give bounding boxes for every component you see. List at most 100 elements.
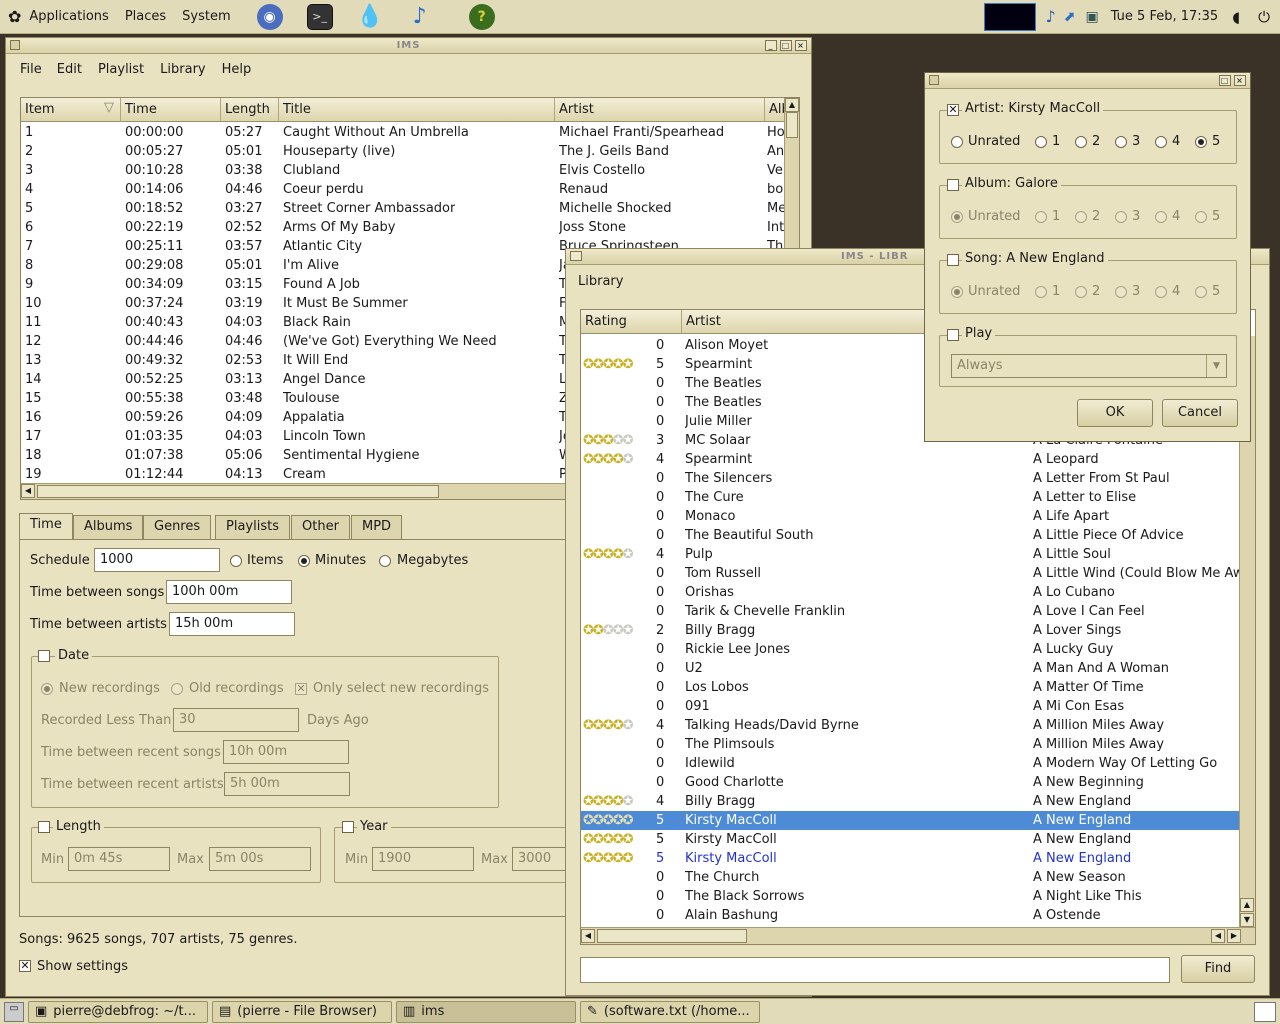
column-header-rating[interactable]: Rating	[581, 310, 682, 334]
song-radio-label[interactable]: 2	[1092, 284, 1100, 299]
year-checkbox[interactable]	[342, 821, 354, 833]
list-item[interactable]: ✪✪✪✪✪ 4 Pulp A Little Soul	[581, 545, 1239, 564]
radio-megabytes-label[interactable]: Megabytes	[397, 553, 468, 568]
song-radio-label[interactable]: 3	[1132, 284, 1140, 299]
date-label[interactable]: Date	[55, 648, 93, 663]
artist-radio-2[interactable]	[1075, 136, 1087, 148]
workspace-switcher[interactable]	[1254, 1001, 1276, 1022]
show-settings-checkbox[interactable]: ✕	[19, 960, 31, 972]
album-radio-5[interactable]	[1195, 211, 1207, 223]
list-item[interactable]: 0 The Black Sorrows A Night Like This	[581, 887, 1239, 906]
find-button[interactable]: Find	[1181, 955, 1255, 983]
album-radio-label[interactable]: 2	[1092, 209, 1100, 224]
window-menu-icon[interactable]	[10, 40, 20, 50]
maximize-button[interactable]: □	[1219, 75, 1231, 86]
applications-menu[interactable]: Applications	[21, 9, 116, 24]
terminal-icon[interactable]: >_	[306, 3, 333, 30]
artist-radio-label[interactable]: Unrated	[968, 134, 1020, 149]
list-item[interactable]: 0 Good Charlotte A New Beginning	[581, 773, 1239, 792]
list-item[interactable]: ✪✪✪✪✪ 4 Billy Bragg A New England	[581, 792, 1239, 811]
window-menu-icon[interactable]	[570, 251, 582, 261]
tab-genres[interactable]: Genres	[143, 515, 212, 539]
album-radio-3[interactable]	[1115, 211, 1127, 223]
list-item[interactable]: ✪✪✪✪✪ 4 Talking Heads/David Byrne A Million…	[581, 716, 1239, 735]
list-item[interactable]: ✪✪✪✪✪ 5 Kirsty MacColl A New England	[581, 811, 1239, 830]
scroll-thumb[interactable]	[786, 112, 798, 138]
list-item[interactable]: ✪✪✪✪✪ 5 Kirsty MacColl A New England	[581, 830, 1239, 849]
artist-checkbox[interactable]: ✕	[947, 104, 959, 116]
tab-playlists[interactable]: Playlists	[215, 515, 290, 539]
table-row[interactable]: 4 00:14:06 04:46 Coeur perdu Renaud bo	[21, 180, 785, 199]
only-new-label[interactable]: Only select new recordings	[313, 681, 489, 696]
album-radio-label[interactable]: 1	[1052, 209, 1060, 224]
table-row[interactable]: 5 00:18:52 03:27 Street Corner Ambassador Mi…	[21, 199, 785, 218]
scroll-right-arrow[interactable]: ▶	[1227, 929, 1241, 943]
album-radio-label[interactable]: 5	[1212, 209, 1220, 224]
album-label[interactable]: Album: Galore	[962, 176, 1061, 191]
length-min-input[interactable]: 0m 45s	[68, 847, 170, 871]
list-item[interactable]: ✪✪✪✪✪ 5 Kirsty MacColl A New England	[581, 849, 1239, 868]
length-max-input[interactable]: 5m 00s	[209, 847, 311, 871]
table-row[interactable]: 6 00:22:19 02:52 Arms Of My Baby Joss Stone I…	[21, 218, 785, 237]
task-terminal[interactable]: ▣ pierre@debfrog: ~/t...	[28, 1000, 208, 1023]
song-radio-2[interactable]	[1075, 286, 1087, 298]
dialog-titlebar[interactable]: □ ×	[925, 73, 1250, 89]
tab-other[interactable]: Other	[291, 515, 350, 539]
list-item[interactable]: 0 The Church A New Season	[581, 868, 1239, 887]
artist-radio-label[interactable]: 2	[1092, 134, 1100, 149]
album-radio-4[interactable]	[1155, 211, 1167, 223]
scroll-up-arrow[interactable]: ▲	[1240, 898, 1254, 912]
artist-radio-label[interactable]: 1	[1052, 134, 1060, 149]
album-radio-label[interactable]: 4	[1172, 209, 1180, 224]
ok-button[interactable]: OK	[1077, 399, 1153, 427]
song-radio-4[interactable]	[1155, 286, 1167, 298]
time-between-songs-input[interactable]: 100h 00m	[166, 580, 292, 604]
album-radio-unrated[interactable]	[951, 211, 963, 223]
play-checkbox[interactable]	[947, 329, 959, 341]
menu-help[interactable]: Help	[214, 60, 260, 82]
date-checkbox[interactable]	[38, 650, 50, 662]
artist-radio-4[interactable]	[1155, 136, 1167, 148]
artist-radio-unrated[interactable]	[951, 136, 963, 148]
list-item[interactable]: 0 091 A Mi Con Esas	[581, 697, 1239, 716]
list-item[interactable]: 0 The Plimsouls A Million Miles Away	[581, 735, 1239, 754]
table-row[interactable]: 3 00:10:28 03:38 Clubland Elvis Costello Ve	[21, 161, 785, 180]
places-menu[interactable]: Places	[117, 9, 174, 24]
window-menu-icon[interactable]	[929, 75, 939, 85]
gnome-foot-icon[interactable]: ✿	[8, 7, 21, 26]
radio-megabytes[interactable]	[379, 555, 391, 567]
cancel-button[interactable]: Cancel	[1162, 399, 1238, 427]
radio-new-recordings[interactable]	[41, 683, 53, 695]
album-radio-2[interactable]	[1075, 211, 1087, 223]
album-radio-label[interactable]: Unrated	[968, 209, 1020, 224]
menu-playlist[interactable]: Playlist	[90, 60, 152, 82]
song-radio-label[interactable]: 4	[1172, 284, 1180, 299]
recorded-less-than-input[interactable]: 30	[173, 708, 299, 732]
column-header-artist[interactable]: Artist	[555, 98, 765, 122]
artist-radio-3[interactable]	[1115, 136, 1127, 148]
album-radio-label[interactable]: 3	[1132, 209, 1140, 224]
column-header-title[interactable]: Title	[279, 98, 555, 122]
tab-mpd[interactable]: MPD	[351, 515, 403, 539]
minimize-button[interactable]: _	[765, 40, 777, 51]
menu-library[interactable]: Library	[152, 60, 213, 82]
list-item[interactable]: 0 Monaco A Life Apart	[581, 507, 1239, 526]
column-header-item[interactable]: Item ▽	[21, 98, 121, 122]
network-icon[interactable]: ▣	[1085, 9, 1098, 25]
volume-icon[interactable]: ◖	[1232, 8, 1240, 26]
library-hscrollbar[interactable]: ◀ ▶ ◀	[581, 927, 1255, 944]
song-radio-1[interactable]	[1035, 286, 1047, 298]
task-file-browser[interactable]: ▤ (pierre - File Browser)	[212, 1000, 392, 1023]
radio-items-label[interactable]: Items	[247, 553, 283, 568]
list-item[interactable]: 0 U2 A Man And A Woman	[581, 659, 1239, 678]
song-radio-unrated[interactable]	[951, 286, 963, 298]
radio-items[interactable]	[230, 555, 242, 567]
year-min-input[interactable]: 1900	[372, 847, 474, 871]
scroll-down-arrow[interactable]: ▼	[1240, 913, 1254, 927]
artist-radio-1[interactable]	[1035, 136, 1047, 148]
list-item[interactable]: 0 Idlewild A Modern Way Of Letting Go	[581, 754, 1239, 773]
menu-file[interactable]: File	[6, 60, 49, 82]
time-between-recent-artists-input[interactable]: 5h 00m	[224, 772, 350, 796]
song-radio-label[interactable]: 1	[1052, 284, 1060, 299]
radio-old-recordings[interactable]	[171, 683, 183, 695]
